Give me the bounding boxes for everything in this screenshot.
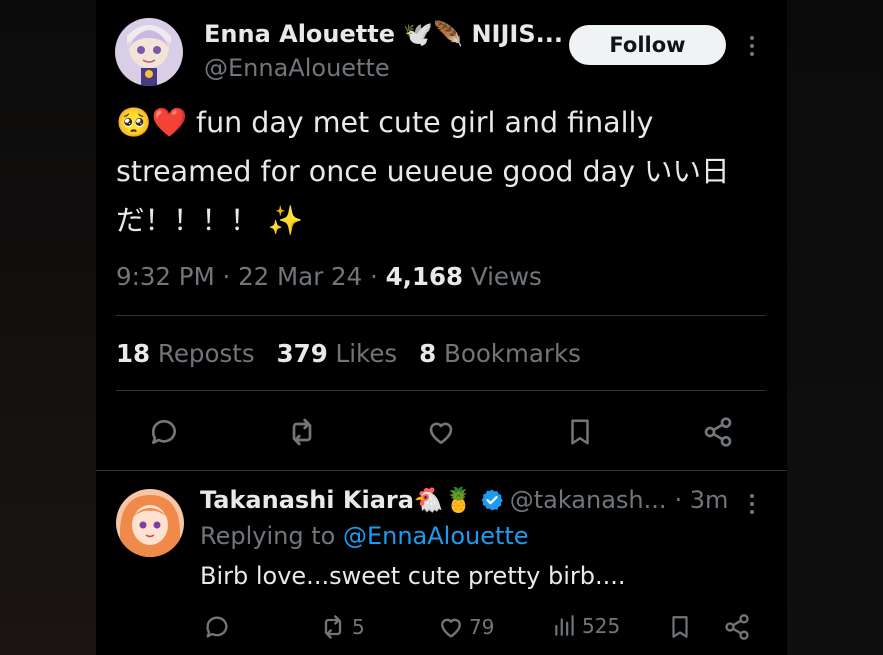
reply-share-button[interactable] (723, 613, 751, 641)
bookmarks-stat[interactable]: 8 Bookmarks (419, 339, 581, 368)
more-dots-icon[interactable] (749, 36, 755, 56)
reply-separator (96, 470, 787, 471)
reply-author-handle[interactable]: @takanash... (510, 486, 667, 514)
reply-like-button[interactable]: 79 (437, 613, 494, 641)
left-backdrop (0, 0, 96, 655)
reply-views-button[interactable]: 525 (552, 613, 620, 639)
reply-header: Takanashi Kiara🐔🍍 @takanash... · 3m (200, 486, 728, 514)
reply-comment-button[interactable] (203, 613, 231, 641)
share-icon[interactable] (700, 415, 736, 449)
reply-bookmark-button[interactable] (667, 613, 693, 641)
reply-comment-icon (203, 613, 231, 641)
reply-repost-icon (318, 613, 348, 641)
reply-time[interactable]: · 3m (675, 486, 729, 514)
reposts-stat[interactable]: 18 Reposts (116, 339, 255, 368)
reply-text: Birb love...sweet cute pretty birb.... (200, 562, 626, 590)
reply-avatar[interactable] (116, 489, 184, 557)
reply-bookmark-icon (667, 613, 693, 641)
replying-prefix: Replying to (200, 522, 343, 550)
reply-author-name[interactable]: Takanashi Kiara🐔🍍 (200, 486, 474, 514)
divider-bottom (116, 390, 766, 391)
comment-icon[interactable] (146, 415, 182, 449)
tweet-meta: 9:32 PM · 22 Mar 24 · 4,168 Views (116, 262, 542, 291)
reply-repost-count: 5 (352, 615, 365, 639)
reply-views-count: 525 (582, 614, 621, 638)
views-count: 4,168 (385, 262, 464, 291)
tweet-time[interactable]: 9:32 PM · 22 Mar 24 · (116, 262, 386, 291)
likes-count: 379 (276, 339, 328, 368)
reply-repost-button[interactable]: 5 (318, 613, 365, 641)
author-handle[interactable]: @EnnaAlouette (204, 54, 390, 82)
tweet-stats: 18 Reposts 379 Likes 8 Bookmarks (116, 339, 581, 368)
reply-heart-icon (437, 613, 465, 641)
likes-stat[interactable]: 379 Likes (277, 339, 398, 368)
author-avatar[interactable] (115, 18, 183, 86)
follow-button[interactable]: Follow (569, 25, 726, 65)
analytics-icon (552, 613, 578, 639)
reposts-count: 18 (116, 339, 151, 368)
bookmarks-label: Bookmarks (444, 339, 581, 368)
verified-badge-icon (480, 488, 504, 512)
bookmarks-count: 8 (419, 339, 437, 368)
reply-more-dots-icon[interactable] (749, 494, 755, 514)
likes-label: Likes (335, 339, 398, 368)
replying-handle-link[interactable]: @EnnaAlouette (343, 522, 529, 550)
author-name[interactable]: Enna Alouette 🕊️🪶 NIJIS... (204, 20, 563, 48)
bookmark-icon[interactable] (563, 415, 597, 449)
reply-like-count: 79 (469, 615, 495, 639)
tweet-text: 🥺❤️ fun day met cute girl and finally st… (116, 106, 730, 237)
heart-icon[interactable] (423, 415, 459, 449)
divider-top (116, 315, 766, 316)
reply-share-icon (723, 613, 751, 641)
views-label: Views (463, 262, 542, 291)
right-backdrop (787, 0, 883, 655)
replying-to: Replying to @EnnaAlouette (200, 522, 529, 550)
repost-icon[interactable] (283, 415, 321, 449)
reposts-label: Reposts (157, 339, 255, 368)
